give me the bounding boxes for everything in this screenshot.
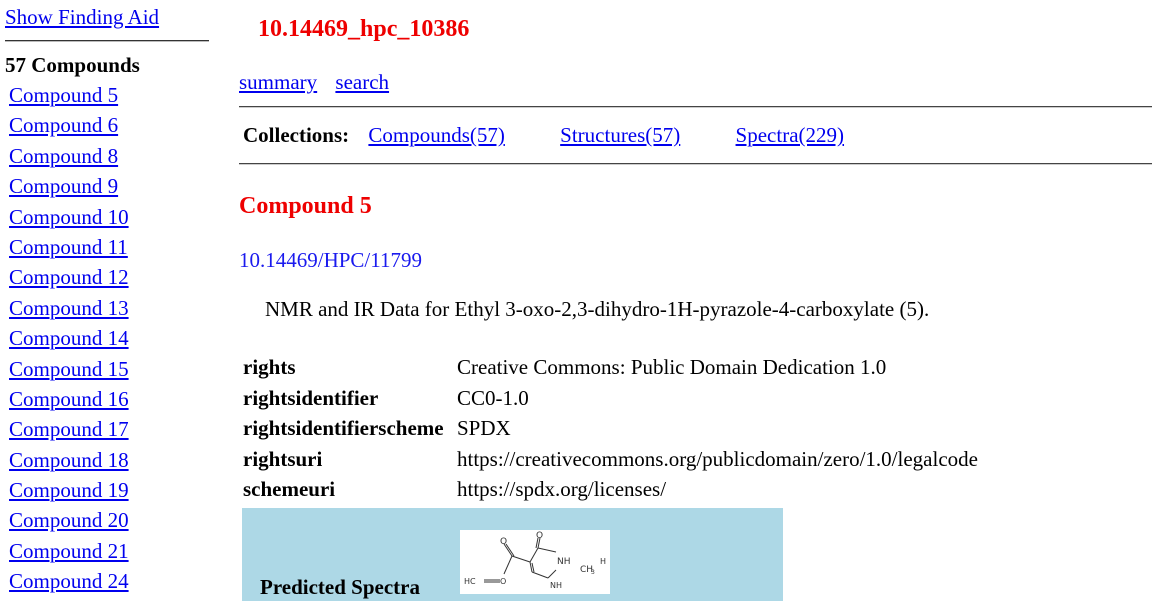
sidebar-divider <box>5 40 209 42</box>
metadata-value: CC0-1.0 <box>457 385 529 410</box>
metadata-table: rights Creative Commons: Public Domain D… <box>241 352 980 505</box>
metadata-key: schemeuri <box>243 477 336 501</box>
atom-label: O <box>500 537 507 547</box>
list-item: Compound 12 <box>9 262 129 292</box>
compound-link[interactable]: Compound 8 <box>9 144 118 168</box>
structures-collection-link[interactable]: Structures(57) <box>560 123 680 147</box>
compounds-collection-link[interactable]: Compounds(57) <box>368 123 505 147</box>
divider <box>239 106 1152 108</box>
atom-label: NH <box>550 581 562 590</box>
list-item: Compound 8 <box>9 141 129 171</box>
metadata-value: https://spdx.org/licenses/ <box>457 477 667 501</box>
atom-label: O <box>500 577 506 586</box>
list-item: Compound 21 <box>9 536 129 566</box>
metadata-key: rights <box>243 355 296 379</box>
list-item: Compound 11 <box>9 232 129 262</box>
list-item: Compound 19 <box>9 475 129 505</box>
divider <box>239 163 1152 165</box>
atom-label: 3 <box>591 569 595 576</box>
atom-label: O <box>536 531 543 541</box>
show-finding-aid-link[interactable]: Show Finding Aid <box>5 5 159 30</box>
compound-link[interactable]: Compound 5 <box>9 83 118 107</box>
spectra-collection-link[interactable]: Spectra(229) <box>736 123 844 147</box>
compound-link[interactable]: Compound 18 <box>9 448 129 472</box>
compound-link[interactable]: Compound 14 <box>9 326 129 350</box>
list-item: Compound 13 <box>9 293 129 323</box>
top-nav: summary search <box>239 70 402 95</box>
structure-atom-labels: O O NH CH 3 H HC O NH <box>464 531 606 590</box>
predicted-spectra-label: Predicted Spectra <box>260 575 420 599</box>
compound-link[interactable]: Compound 9 <box>9 174 118 198</box>
table-row: rightsidentifierscheme SPDX <box>241 413 980 444</box>
compound-link[interactable]: Compound 15 <box>9 357 129 381</box>
list-item: Compound 6 <box>9 110 129 140</box>
list-item: Compound 16 <box>9 384 129 414</box>
list-item: Compound 20 <box>9 505 129 535</box>
metadata-key: rightsidentifierscheme <box>243 416 444 440</box>
list-item: Compound 15 <box>9 354 129 384</box>
metadata-key: rightsuri <box>243 446 323 471</box>
compound-link[interactable]: Compound 17 <box>9 417 129 441</box>
table-row: rights Creative Commons: Public Domain D… <box>241 352 980 383</box>
list-item: Compound 24 <box>9 566 129 596</box>
list-item: Compound 14 <box>9 323 129 353</box>
collections-bar: Collections: Compounds(57) Structures(57… <box>243 123 894 148</box>
compound-link[interactable]: Compound 24 <box>9 569 129 593</box>
metadata-value: SPDX <box>457 416 511 440</box>
table-row: rightsidentifier CC0-1.0 <box>241 383 980 414</box>
table-row: rightsuri https://creativecommons.org/pu… <box>241 444 980 475</box>
compound-link[interactable]: Compound 6 <box>9 113 118 137</box>
compound-link[interactable]: Compound 16 <box>9 387 129 411</box>
compound-count-heading: 57 Compounds <box>5 53 140 77</box>
list-item: Compound 5 <box>9 80 129 110</box>
compound-title: Compound 5 <box>239 193 372 219</box>
list-item: Compound 9 <box>9 171 129 201</box>
predicted-spectra-panel: Predicted Spectra O O NH CH 3 H HC O NH <box>242 508 783 601</box>
structure-drawing: O O NH CH 3 H HC O NH <box>464 531 606 590</box>
summary-link[interactable]: summary <box>239 70 317 94</box>
structure-bonds <box>484 537 557 583</box>
chemical-structure-image[interactable]: O O NH CH 3 H HC O NH <box>460 530 610 594</box>
atom-label: NH <box>557 557 571 567</box>
compound-list: Compound 5 Compound 6 Compound 8 Compoun… <box>9 80 129 597</box>
compound-link[interactable]: Compound 20 <box>9 508 129 532</box>
compound-description: NMR and IR Data for Ethyl 3-oxo-2,3-dihy… <box>265 297 930 321</box>
list-item: Compound 17 <box>9 414 129 444</box>
atom-label: H <box>600 557 606 566</box>
search-link[interactable]: search <box>335 70 389 94</box>
metadata-value: Creative Commons: Public Domain Dedicati… <box>457 355 887 379</box>
compound-link[interactable]: Compound 11 <box>9 235 128 259</box>
list-item: Compound 18 <box>9 445 129 475</box>
compound-link[interactable]: Compound 13 <box>9 296 129 320</box>
metadata-key: rightsidentifier <box>243 385 379 410</box>
compound-link[interactable]: Compound 12 <box>9 265 129 289</box>
compound-doi: 10.14469/HPC/11799 <box>239 248 422 272</box>
compound-link[interactable]: Compound 19 <box>9 478 129 502</box>
compound-link[interactable]: Compound 21 <box>9 539 129 563</box>
collections-label: Collections: <box>243 123 350 147</box>
record-title: 10.14469_hpc_10386 <box>258 16 470 42</box>
metadata-value: https://creativecommons.org/publicdomain… <box>457 446 978 471</box>
list-item: Compound 10 <box>9 202 129 232</box>
atom-label: HC <box>464 577 476 586</box>
table-row: schemeuri https://spdx.org/licenses/ <box>241 474 980 505</box>
compound-link[interactable]: Compound 10 <box>9 205 129 229</box>
